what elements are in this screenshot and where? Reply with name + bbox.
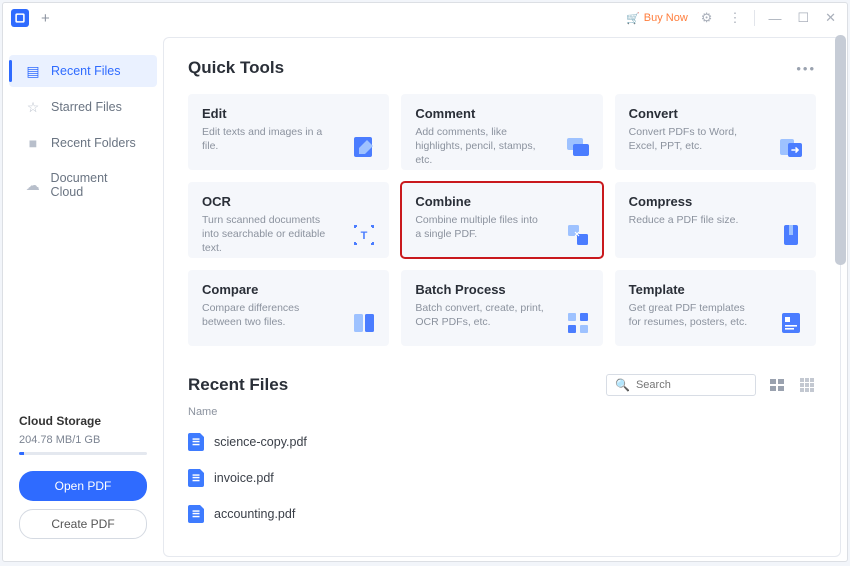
svg-text:T: T bbox=[361, 230, 368, 242]
app-logo-icon bbox=[11, 9, 29, 27]
sidebar-item-recent-files[interactable]: ▤ Recent Files bbox=[9, 55, 157, 87]
search-input[interactable] bbox=[636, 379, 778, 391]
combine-icon bbox=[565, 222, 591, 248]
template-icon bbox=[778, 310, 804, 336]
tool-card-compare[interactable]: Compare Compare differences between two … bbox=[188, 270, 389, 346]
view-list-icon[interactable] bbox=[768, 376, 786, 394]
file-icon: ▤ bbox=[25, 63, 41, 79]
pdf-file-icon: ☰ bbox=[188, 433, 204, 451]
card-desc: Convert PDFs to Word, Excel, PPT, etc. bbox=[629, 125, 759, 153]
storage-used: 204.78 MB/1 GB bbox=[19, 434, 147, 446]
sidebar-item-label: Recent Folders bbox=[51, 136, 136, 150]
scrollbar-thumb[interactable] bbox=[835, 35, 846, 265]
star-icon: ☆ bbox=[25, 99, 41, 115]
folder-icon: ■ bbox=[25, 135, 41, 151]
app-body: ▤ Recent Files ☆ Starred Files ■ Recent … bbox=[3, 33, 847, 561]
storage-bar bbox=[19, 452, 147, 455]
sidebar-item-label: Recent Files bbox=[51, 64, 120, 78]
storage-title: Cloud Storage bbox=[19, 414, 147, 428]
new-tab-button[interactable]: + bbox=[41, 10, 50, 27]
card-title: Compress bbox=[629, 194, 802, 209]
compare-icon bbox=[351, 310, 377, 336]
card-desc: Add comments, like highlights, pencil, s… bbox=[415, 125, 545, 168]
scrollbar[interactable] bbox=[835, 35, 846, 555]
buy-now-label: Buy Now bbox=[644, 12, 688, 24]
titlebar: + 🛒 Buy Now ⚙ ⋮ — ☐ ✕ bbox=[3, 3, 847, 33]
file-row[interactable]: ☰ accounting.pdf bbox=[188, 496, 816, 532]
card-title: Batch Process bbox=[415, 282, 588, 297]
kebab-menu-icon[interactable]: ⋮ bbox=[725, 10, 744, 26]
close-icon[interactable]: ✕ bbox=[822, 10, 839, 26]
card-title: Convert bbox=[629, 106, 802, 121]
minimize-icon[interactable]: — bbox=[765, 11, 784, 26]
pdf-file-icon: ☰ bbox=[188, 505, 204, 523]
recent-files-header: Recent Files 🔍 bbox=[188, 374, 816, 396]
quick-tools-grid: Edit Edit texts and images in a file. Co… bbox=[188, 94, 816, 346]
card-desc: Combine multiple files into a single PDF… bbox=[415, 213, 545, 241]
sidebar: ▤ Recent Files ☆ Starred Files ■ Recent … bbox=[3, 33, 163, 561]
recent-files-title: Recent Files bbox=[188, 375, 288, 395]
card-desc: Get great PDF templates for resumes, pos… bbox=[629, 301, 759, 329]
column-header-name: Name bbox=[188, 406, 816, 424]
sidebar-item-label: Starred Files bbox=[51, 100, 122, 114]
sidebar-item-label: Document Cloud bbox=[51, 171, 141, 199]
file-row[interactable]: ☰ invoice.pdf bbox=[188, 460, 816, 496]
card-desc: Reduce a PDF file size. bbox=[629, 213, 759, 227]
main-panel: Quick Tools ••• Edit Edit texts and imag… bbox=[163, 37, 841, 557]
app-window: + 🛒 Buy Now ⚙ ⋮ — ☐ ✕ ▤ Recent Files ☆ S… bbox=[2, 2, 848, 562]
sidebar-item-starred-files[interactable]: ☆ Starred Files bbox=[9, 91, 157, 123]
tool-card-compress[interactable]: Compress Reduce a PDF file size. bbox=[615, 182, 816, 258]
more-icon[interactable]: ••• bbox=[796, 61, 816, 76]
view-grid-icon[interactable] bbox=[798, 376, 816, 394]
comment-icon bbox=[565, 134, 591, 160]
card-desc: Compare differences between two files. bbox=[202, 301, 332, 329]
open-pdf-button[interactable]: Open PDF bbox=[19, 471, 147, 501]
edit-icon bbox=[351, 134, 377, 160]
tool-card-template[interactable]: Template Get great PDF templates for res… bbox=[615, 270, 816, 346]
divider bbox=[754, 10, 755, 26]
card-desc: Batch convert, create, print, OCR PDFs, … bbox=[415, 301, 545, 329]
gear-icon[interactable]: ⚙ bbox=[698, 10, 716, 26]
file-row[interactable]: ☰ science-copy.pdf bbox=[188, 424, 816, 460]
cart-icon: 🛒 bbox=[626, 12, 640, 25]
card-title: Combine bbox=[415, 194, 588, 209]
card-desc: Turn scanned documents into searchable o… bbox=[202, 213, 332, 256]
compress-icon bbox=[778, 222, 804, 248]
card-title: Comment bbox=[415, 106, 588, 121]
maximize-icon[interactable]: ☐ bbox=[794, 10, 812, 26]
file-name: invoice.pdf bbox=[214, 471, 274, 485]
tool-card-combine[interactable]: Combine Combine multiple files into a si… bbox=[401, 182, 602, 258]
cloud-icon: ☁ bbox=[25, 177, 41, 193]
search-icon: 🔍 bbox=[615, 378, 630, 392]
create-pdf-button[interactable]: Create PDF bbox=[19, 509, 147, 539]
storage-fill bbox=[19, 452, 24, 455]
tool-card-batch-process[interactable]: Batch Process Batch convert, create, pri… bbox=[401, 270, 602, 346]
sidebar-item-document-cloud[interactable]: ☁ Document Cloud bbox=[9, 163, 157, 207]
tool-card-convert[interactable]: Convert Convert PDFs to Word, Excel, PPT… bbox=[615, 94, 816, 170]
card-desc: Edit texts and images in a file. bbox=[202, 125, 332, 153]
buy-now-link[interactable]: 🛒 Buy Now bbox=[626, 12, 688, 25]
sidebar-bottom: Cloud Storage 204.78 MB/1 GB Open PDF Cr… bbox=[3, 404, 163, 561]
tool-card-ocr[interactable]: OCR Turn scanned documents into searchab… bbox=[188, 182, 389, 258]
pdf-file-icon: ☰ bbox=[188, 469, 204, 487]
card-title: Edit bbox=[202, 106, 375, 121]
card-title: Compare bbox=[202, 282, 375, 297]
card-title: Template bbox=[629, 282, 802, 297]
tool-card-comment[interactable]: Comment Add comments, like highlights, p… bbox=[401, 94, 602, 170]
search-box[interactable]: 🔍 bbox=[606, 374, 756, 396]
batch-icon bbox=[565, 310, 591, 336]
convert-icon bbox=[778, 134, 804, 160]
card-title: OCR bbox=[202, 194, 375, 209]
ocr-icon: T bbox=[351, 222, 377, 248]
tool-card-edit[interactable]: Edit Edit texts and images in a file. bbox=[188, 94, 389, 170]
file-name: science-copy.pdf bbox=[214, 435, 307, 449]
quick-tools-title: Quick Tools bbox=[188, 58, 284, 78]
file-name: accounting.pdf bbox=[214, 507, 295, 521]
sidebar-item-recent-folders[interactable]: ■ Recent Folders bbox=[9, 127, 157, 159]
